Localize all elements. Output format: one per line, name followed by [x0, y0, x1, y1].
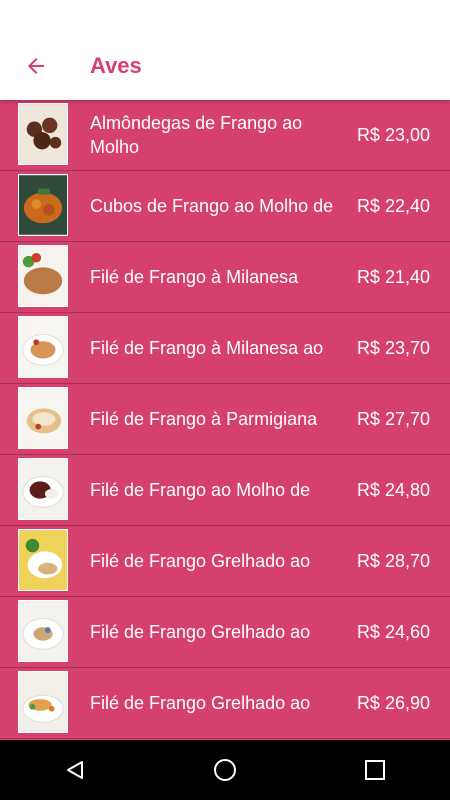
nav-home-icon — [214, 759, 236, 781]
nav-home-button[interactable] — [195, 740, 255, 800]
dish-list[interactable]: Almôndegas de Frango ao Molho R$ 23,00 C… — [0, 100, 450, 740]
dish-thumbnail — [18, 316, 68, 378]
nav-recents-icon — [365, 760, 385, 780]
system-nav-bar — [0, 740, 450, 800]
list-item[interactable]: Cubos de Frango ao Molho de R$ 22,40 — [0, 171, 450, 242]
dish-price: R$ 24,80 — [356, 479, 430, 500]
nav-back-icon — [67, 761, 83, 779]
dish-thumbnail — [18, 600, 68, 662]
dish-name: Filé de Frango à Milanesa ao — [90, 338, 324, 358]
dish-thumbnail — [18, 671, 68, 733]
dish-name: Filé de Frango à Milanesa — [90, 267, 299, 287]
dish-thumbnail — [18, 458, 68, 520]
dish-name: Filé de Frango Grelhado ao — [90, 693, 311, 713]
list-item[interactable]: Almôndegas de Frango ao Molho R$ 23,00 — [0, 100, 450, 171]
list-item[interactable]: Filé de Frango ao Molho de R$ 24,80 — [0, 455, 450, 526]
dish-name: Filé de Frango ao Molho de — [90, 480, 311, 500]
dish-name: Filé de Frango Grelhado ao — [90, 551, 311, 571]
dish-name: Filé de Frango Grelhado ao — [90, 622, 311, 642]
app-bar: Aves — [0, 0, 450, 100]
dish-price: R$ 27,70 — [356, 408, 430, 429]
nav-recents-button[interactable] — [345, 740, 405, 800]
list-item[interactable]: Filé de Frango à Parmigiana R$ 27,70 — [0, 384, 450, 455]
dish-thumbnail — [18, 529, 68, 591]
dish-price: R$ 26,90 — [356, 692, 430, 713]
dish-price: R$ 23,00 — [356, 124, 430, 145]
dish-price: R$ 24,60 — [356, 621, 430, 642]
nav-back-button[interactable] — [45, 740, 105, 800]
dish-thumbnail — [18, 245, 68, 307]
back-button[interactable] — [16, 46, 56, 86]
dish-thumbnail — [18, 387, 68, 449]
list-item[interactable]: Filé de Frango Grelhado ao R$ 28,70 — [0, 526, 450, 597]
dish-price: R$ 28,70 — [356, 550, 430, 571]
list-item[interactable]: Filé de Frango à Milanesa R$ 21,40 — [0, 242, 450, 313]
list-item[interactable]: Filé de Frango Grelhado ao R$ 26,90 — [0, 668, 450, 739]
list-item[interactable]: Filé de Frango Grelhado ao R$ 24,60 — [0, 597, 450, 668]
dish-name: Almôndegas de Frango ao Molho — [90, 113, 303, 157]
dish-name: Filé de Frango à Parmigiana — [90, 409, 318, 429]
dish-price: R$ 23,70 — [356, 337, 430, 358]
dish-price: R$ 22,40 — [356, 195, 430, 216]
dish-name: Cubos de Frango ao Molho de — [90, 196, 334, 216]
dish-thumbnail — [18, 174, 68, 236]
dish-price: R$ 21,40 — [356, 266, 430, 287]
page-title: Aves — [90, 53, 142, 78]
dish-thumbnail — [18, 103, 68, 165]
arrow-back-icon — [28, 58, 44, 74]
list-item[interactable]: Filé de Frango à Milanesa ao R$ 23,70 — [0, 313, 450, 384]
